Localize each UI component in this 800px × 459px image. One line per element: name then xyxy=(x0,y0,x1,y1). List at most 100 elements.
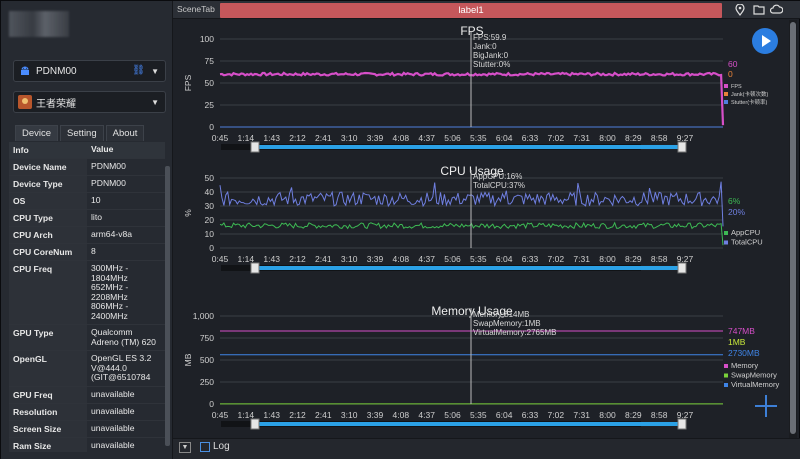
tab-about[interactable]: About xyxy=(105,125,145,141)
x-tick-label: 6:04 xyxy=(496,133,513,143)
table-row: CPU CoreNum 8 xyxy=(9,244,165,261)
range-handle-left[interactable] xyxy=(250,141,260,153)
right-value: 0 xyxy=(728,69,733,79)
play-icon xyxy=(762,35,771,47)
table-row: OpenGL OpenGL ES 3.2 V@444.0 (GIT@6510784 xyxy=(9,351,165,387)
folder-icon[interactable] xyxy=(753,4,765,18)
chevron-down-icon: ▼ xyxy=(151,67,159,76)
charts-scrollbar-thumb[interactable] xyxy=(790,22,796,434)
play-button[interactable] xyxy=(752,28,778,54)
x-tick-label: 0:45 xyxy=(212,410,229,420)
x-tick-label: 4:08 xyxy=(393,254,410,264)
y-tick-label: 100 xyxy=(200,34,214,44)
row-value: 8 xyxy=(87,244,165,260)
app-select[interactable]: 王者荣耀 ▼ xyxy=(13,91,166,113)
table-header: Info Value xyxy=(9,142,165,159)
row-value: 10 xyxy=(87,193,165,209)
tooltip-text: Jank:0 xyxy=(473,42,497,51)
range-handle-left[interactable] xyxy=(250,418,260,430)
range-handle-right[interactable] xyxy=(677,141,687,153)
tab-device[interactable]: Device xyxy=(15,125,59,141)
scene-label[interactable]: label1 xyxy=(220,3,722,18)
charts-area: FPSFPS10075502500:45 1:14 1:43 2:12 2:41 3:10… xyxy=(183,24,779,430)
scene-tab[interactable]: SceneTab xyxy=(177,4,215,14)
device-select[interactable]: PDNM00 ⛓ ▼ xyxy=(13,60,166,82)
row-value: unavailable xyxy=(87,437,165,452)
x-tick-label: 5:35 xyxy=(470,133,487,143)
location-icon[interactable] xyxy=(735,3,745,19)
x-tick-label: 8:29 xyxy=(625,133,642,143)
x-tick-label: 8:29 xyxy=(625,254,642,264)
header-value: Value xyxy=(87,142,165,158)
x-tick-label: 1:43 xyxy=(263,254,280,264)
row-key: CPU Type xyxy=(9,210,87,226)
x-tick-label: 4:08 xyxy=(393,133,410,143)
legend-label: Jank(卡顿次数) xyxy=(731,90,768,98)
legend-label: Stutter(卡顿率) xyxy=(731,98,768,106)
add-button[interactable] xyxy=(753,393,779,419)
y-tick-label: 0 xyxy=(209,243,214,253)
y-axis-label: % xyxy=(183,209,193,217)
table-row: GPU Type Qualcomm Adreno (TM) 620 xyxy=(9,325,165,351)
legend-label: AppCPU xyxy=(731,228,760,237)
legend-swatch xyxy=(724,364,728,368)
x-tick-label: 8:00 xyxy=(599,410,616,420)
toggle-down-icon[interactable]: ▼ xyxy=(179,442,191,453)
log-label: Log xyxy=(213,441,230,452)
x-tick-label: 2:12 xyxy=(289,133,306,143)
y-tick-label: 0 xyxy=(209,399,214,409)
x-tick-label: 5:06 xyxy=(444,254,461,264)
app-window: PDNM00 ⛓ ▼ 王者荣耀 ▼ Device Setting About I… xyxy=(0,0,800,459)
y-tick-label: 40 xyxy=(205,187,215,197)
x-tick-label: 0:45 xyxy=(212,254,229,264)
x-tick-label: 7:02 xyxy=(548,254,565,264)
table-row: OS 10 xyxy=(9,193,165,210)
x-tick-label: 2:41 xyxy=(315,254,332,264)
x-tick-label: 7:31 xyxy=(573,254,590,264)
legend-label: SwapMemory xyxy=(731,371,777,380)
row-value: PDNM00 xyxy=(87,159,165,175)
legend-swatch xyxy=(724,383,728,387)
charts-scrollbar[interactable] xyxy=(789,20,797,438)
x-tick-label: 7:02 xyxy=(548,133,565,143)
x-tick-label: 8:58 xyxy=(651,410,668,420)
x-tick-label: 1:43 xyxy=(263,133,280,143)
range-fill[interactable] xyxy=(258,266,682,270)
row-key: GPU Freq xyxy=(9,386,87,403)
link-icon[interactable]: ⛓ xyxy=(132,65,145,76)
info-scrollbar[interactable] xyxy=(165,166,170,446)
y-tick-label: 0 xyxy=(209,122,214,132)
range-handle-left[interactable] xyxy=(250,262,260,274)
x-tick-label: 3:10 xyxy=(341,133,358,143)
right-value: 747MB xyxy=(728,326,755,336)
x-tick-label: 7:31 xyxy=(573,133,590,143)
row-key: OS xyxy=(9,193,87,209)
right-value: 60 xyxy=(728,59,738,69)
bottom-bar: ▼ Log xyxy=(173,438,800,459)
row-key: OpenGL xyxy=(9,351,87,386)
row-value: 300MHz - 1804MHz 652MHz - 2208MHz 806MHz… xyxy=(87,261,165,324)
y-tick-label: 75 xyxy=(205,56,215,66)
right-value: 1MB xyxy=(728,337,746,347)
x-tick-label: 3:39 xyxy=(367,410,384,420)
row-value: arm64-v8a xyxy=(87,227,165,243)
tooltip-text: Memory:814MB xyxy=(473,310,529,319)
x-tick-label: 8:58 xyxy=(651,254,668,264)
tab-setting[interactable]: Setting xyxy=(60,125,104,141)
x-tick-label: 2:12 xyxy=(289,254,306,264)
x-tick-label: 8:58 xyxy=(651,133,668,143)
range-handle-right[interactable] xyxy=(677,418,687,430)
x-tick-label: 2:12 xyxy=(289,410,306,420)
range-fill[interactable] xyxy=(258,422,682,426)
table-row: GPU Freq unavailable xyxy=(9,386,165,404)
tooltip-text: SwapMemory:1MB xyxy=(473,319,541,328)
tooltip-text: BigJank:0 xyxy=(473,51,509,60)
log-checkbox[interactable] xyxy=(200,442,210,452)
y-tick-label: 1,000 xyxy=(193,311,215,321)
cloud-icon[interactable] xyxy=(769,4,784,17)
tooltip-text: VirtualMemory:2765MB xyxy=(473,328,556,337)
range-handle-right[interactable] xyxy=(677,262,687,274)
x-tick-label: 8:00 xyxy=(599,133,616,143)
range-fill[interactable] xyxy=(258,145,682,149)
y-tick-label: 500 xyxy=(200,355,214,365)
